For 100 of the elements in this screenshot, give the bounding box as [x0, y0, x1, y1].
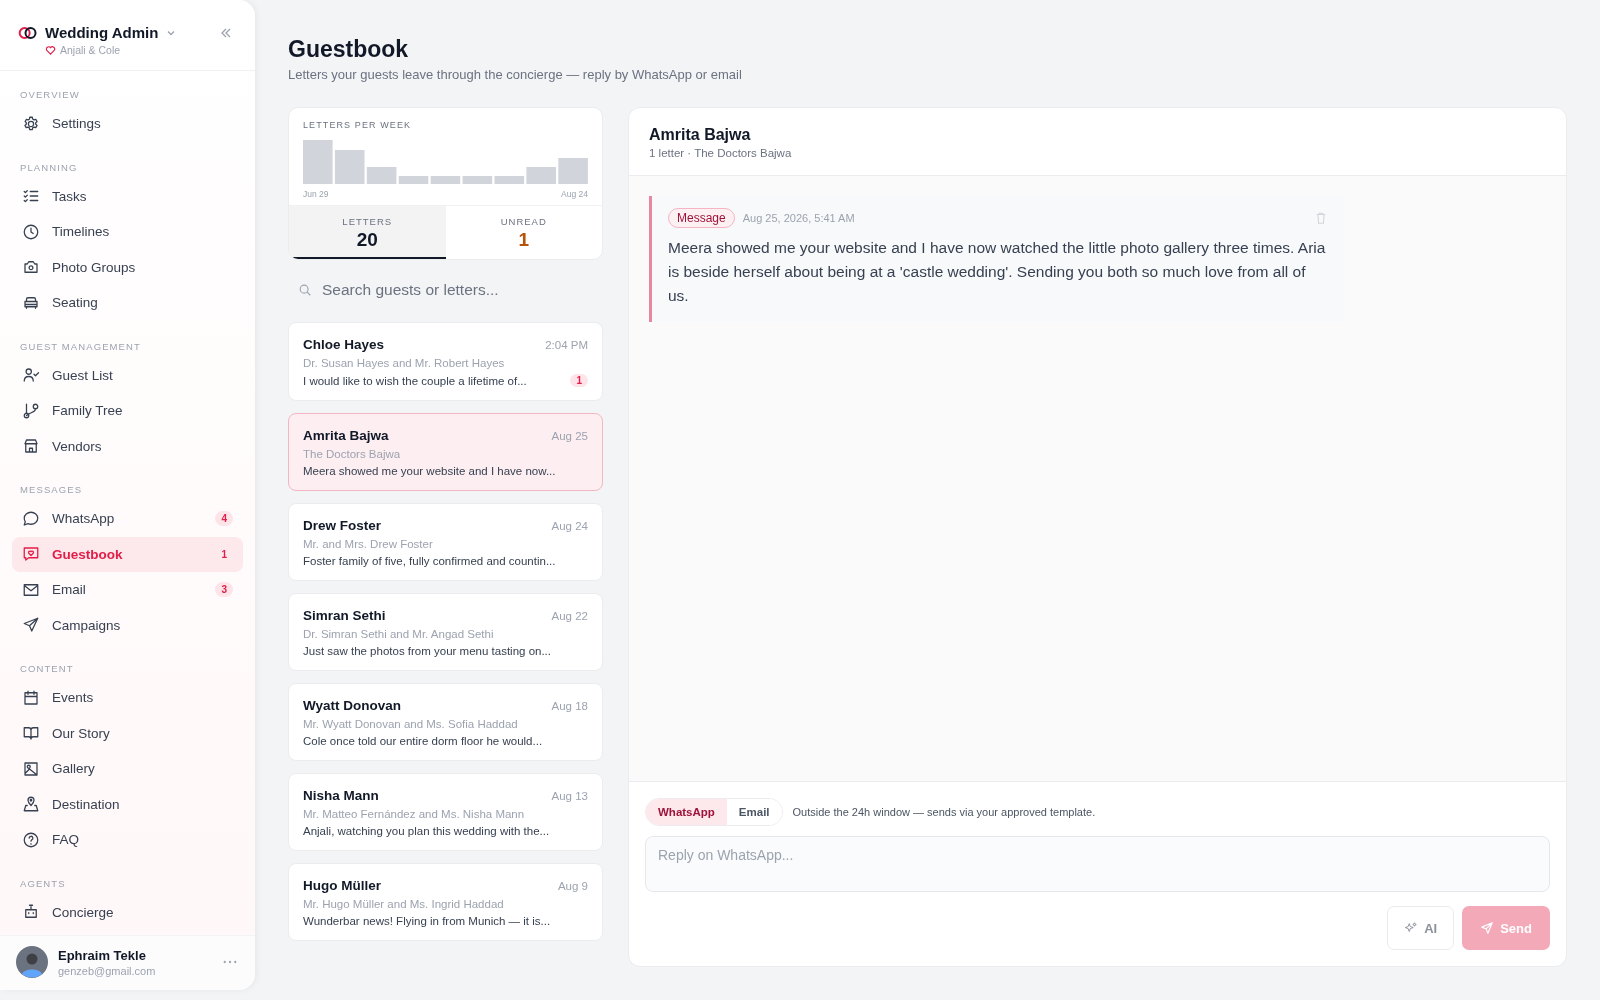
letter-time: Aug 22 [551, 609, 588, 622]
section-heading: CONTENT [19, 662, 75, 676]
chart-title: LETTERS PER WEEK [303, 120, 413, 130]
count-badge: 4 [215, 511, 233, 527]
letter-preview: Cole once told our entire dorm floor he would... [303, 735, 543, 747]
household-name: The Doctors Bajwa [303, 448, 402, 460]
nav-item[interactable]: Family Tree [12, 393, 243, 429]
guest-name: Hugo Müller [303, 878, 381, 893]
letter-card[interactable]: Drew Foster Aug 24 Mr. and Mrs. Drew Foster Foster family of five, fully confirmed and countin... [288, 503, 603, 581]
count-badge: 3 [215, 582, 233, 598]
message-text: Meera showed me your website and I have now watched the little photo gallery three times. Aria is beside herself about being at a 'castle wedding'. Sending you both so much love from all of us. [668, 238, 1327, 306]
clock-icon [22, 222, 40, 241]
guest-name: Simran Sethi [303, 608, 386, 623]
household-name: Mr. Matteo Fernández and Ms. Nisha Mann [303, 808, 526, 820]
unread-badge: 1 [570, 374, 588, 387]
nav-item[interactable]: Email 3 [12, 572, 243, 608]
nav-item[interactable]: WhatsApp 4 [12, 501, 243, 537]
calendar-icon [22, 688, 40, 707]
letter-preview: Foster family of five, fully confirmed and countin... [303, 555, 556, 567]
letter-card[interactable]: Hugo Müller Aug 9 Mr. Hugo Müller and Ms. Ingrid Haddad Wunderbar news! Flying in from Munich — it is... [288, 863, 603, 941]
paper-plane-icon [1480, 921, 1495, 935]
nav-item[interactable]: Vendors [12, 428, 243, 464]
question-icon [22, 830, 40, 849]
letter-card[interactable]: Chloe Hayes 2:04 PM Dr. Susan Hayes and Mr. Robert Hayes I would like to wish the couple a lifetime of... 1 [288, 322, 603, 401]
letter-time: Aug 9 [557, 879, 588, 892]
household-name: Mr. and Mrs. Drew Foster [303, 538, 434, 550]
household-name: Dr. Susan Hayes and Mr. Robert Hayes [303, 357, 506, 369]
avatar [16, 946, 48, 978]
channel-tab[interactable]: WhatsApp [646, 799, 727, 825]
letter-time: Aug 24 [551, 519, 588, 532]
image-icon [22, 759, 40, 778]
letter-card[interactable]: Amrita Bajwa Aug 25 The Doctors Bajwa Meera showed me your website and I have now... [288, 413, 603, 491]
chat-bubble-icon [22, 509, 40, 528]
storefront-icon [22, 437, 40, 456]
nav-item[interactable]: Settings [12, 106, 243, 142]
nav-item[interactable]: Gallery [12, 751, 243, 787]
nav-item[interactable]: Our Story [12, 715, 243, 751]
letter-card[interactable]: Nisha Mann Aug 13 Mr. Matteo Fernández and Ms. Nisha Mann Anjali, watching you plan this wedding with the... [288, 773, 603, 851]
page-title: Guestbook [288, 36, 410, 63]
stat-tab[interactable]: UNREAD 1 [445, 206, 602, 259]
search-field[interactable]: Search guests or letters... [320, 280, 584, 300]
letter-preview: Meera showed me your website and I have now... [303, 465, 556, 477]
section-heading: GUEST MANAGEMENT [19, 339, 142, 354]
stat-tab[interactable]: LETTERS 20 [289, 206, 446, 259]
location-person-icon [22, 795, 40, 814]
section-heading: AGENTS [19, 876, 67, 891]
nav-item[interactable]: Campaigns [12, 607, 243, 643]
user-email: genzeb@gmail.com [58, 964, 156, 977]
trash-icon[interactable] [1314, 211, 1328, 225]
branch-icon [22, 401, 40, 420]
section-heading: MESSAGES [19, 483, 84, 497]
chart-end-label: Aug 24 [561, 189, 588, 199]
nav-item[interactable]: Tasks [12, 178, 243, 214]
nav-item[interactable]: Guest List [12, 357, 243, 393]
user-name: Ephraim Tekle [58, 947, 147, 963]
letter-card[interactable]: Wyatt Donovan Aug 18 Mr. Wyatt Donovan and Ms. Sofia Haddad Cole once told our entire dorm floor he would... [288, 683, 603, 761]
channel-note: Outside the 24h window — sends via your approved template. [792, 806, 1096, 818]
nav-item[interactable]: Events [12, 680, 243, 716]
letter-meta: 1 letter · The Doctors Bajwa [649, 147, 793, 159]
heart-icon [45, 44, 56, 56]
letter-preview: Just saw the photos from your menu tasting on... [303, 645, 551, 657]
household-name: Dr. Simran Sethi and Mr. Angad Sethi [303, 628, 495, 640]
household-name: Mr. Wyatt Donovan and Ms. Sofia Haddad [303, 718, 519, 730]
search-icon [298, 283, 312, 297]
letter-card[interactable]: Simran Sethi Aug 22 Dr. Simran Sethi and Mr. Angad Sethi Just saw the photos from your menu tasting on... [288, 593, 603, 671]
nav-item[interactable]: Photo Groups [12, 249, 243, 285]
more-icon[interactable] [223, 960, 237, 964]
nav-item[interactable]: FAQ [12, 822, 243, 858]
nav-item[interactable]: Timelines [12, 214, 243, 250]
guest-name: Wyatt Donovan [303, 698, 401, 713]
letter-preview: Anjali, watching you plan this wedding with the... [303, 825, 550, 837]
chart-start-label: Jun 29 [303, 189, 329, 199]
section-heading: PLANNING [19, 160, 79, 175]
gear-icon [22, 114, 40, 133]
section-heading: OVERVIEW [19, 88, 81, 102]
reply-field[interactable]: Reply on WhatsApp... [645, 836, 1550, 892]
page-subtitle: Letters your guests leave through the concierge — reply by WhatsApp or email [288, 67, 743, 82]
sparkle-icon [1404, 921, 1419, 935]
letter-time: Aug 18 [551, 699, 588, 712]
user-check-icon [22, 366, 40, 385]
brand-name[interactable]: Wedding Admin [45, 24, 159, 41]
letter-preview: Wunderbar news! Flying in from Munich — it is... [303, 915, 551, 927]
guest-name: Amrita Bajwa [649, 126, 752, 144]
letter-preview: I would like to wish the couple a lifetime of... [303, 374, 527, 387]
letter-time: Aug 25 [551, 429, 588, 442]
nav-item[interactable]: Seating [12, 285, 243, 321]
message-tag: Message [668, 208, 735, 228]
message-time: Aug 25, 2026, 5:41 AM [742, 212, 855, 224]
count-label: 1 [220, 547, 228, 562]
letter-time: 2:04 PM [545, 338, 588, 351]
nav-item[interactable]: Guestbook 1 [12, 536, 243, 572]
guest-name: Drew Foster [303, 518, 382, 533]
rings-logo-icon [18, 25, 38, 40]
nav-item[interactable]: Destination [12, 786, 243, 822]
guest-name: Nisha Mann [303, 788, 379, 803]
letter-time: Aug 13 [551, 789, 588, 802]
guest-name: Chloe Hayes [303, 337, 385, 352]
nav-item[interactable]: Concierge [12, 894, 243, 930]
couple-names: Anjali & Cole [60, 44, 121, 56]
household-name: Mr. Hugo Müller and Ms. Ingrid Haddad [303, 898, 505, 910]
